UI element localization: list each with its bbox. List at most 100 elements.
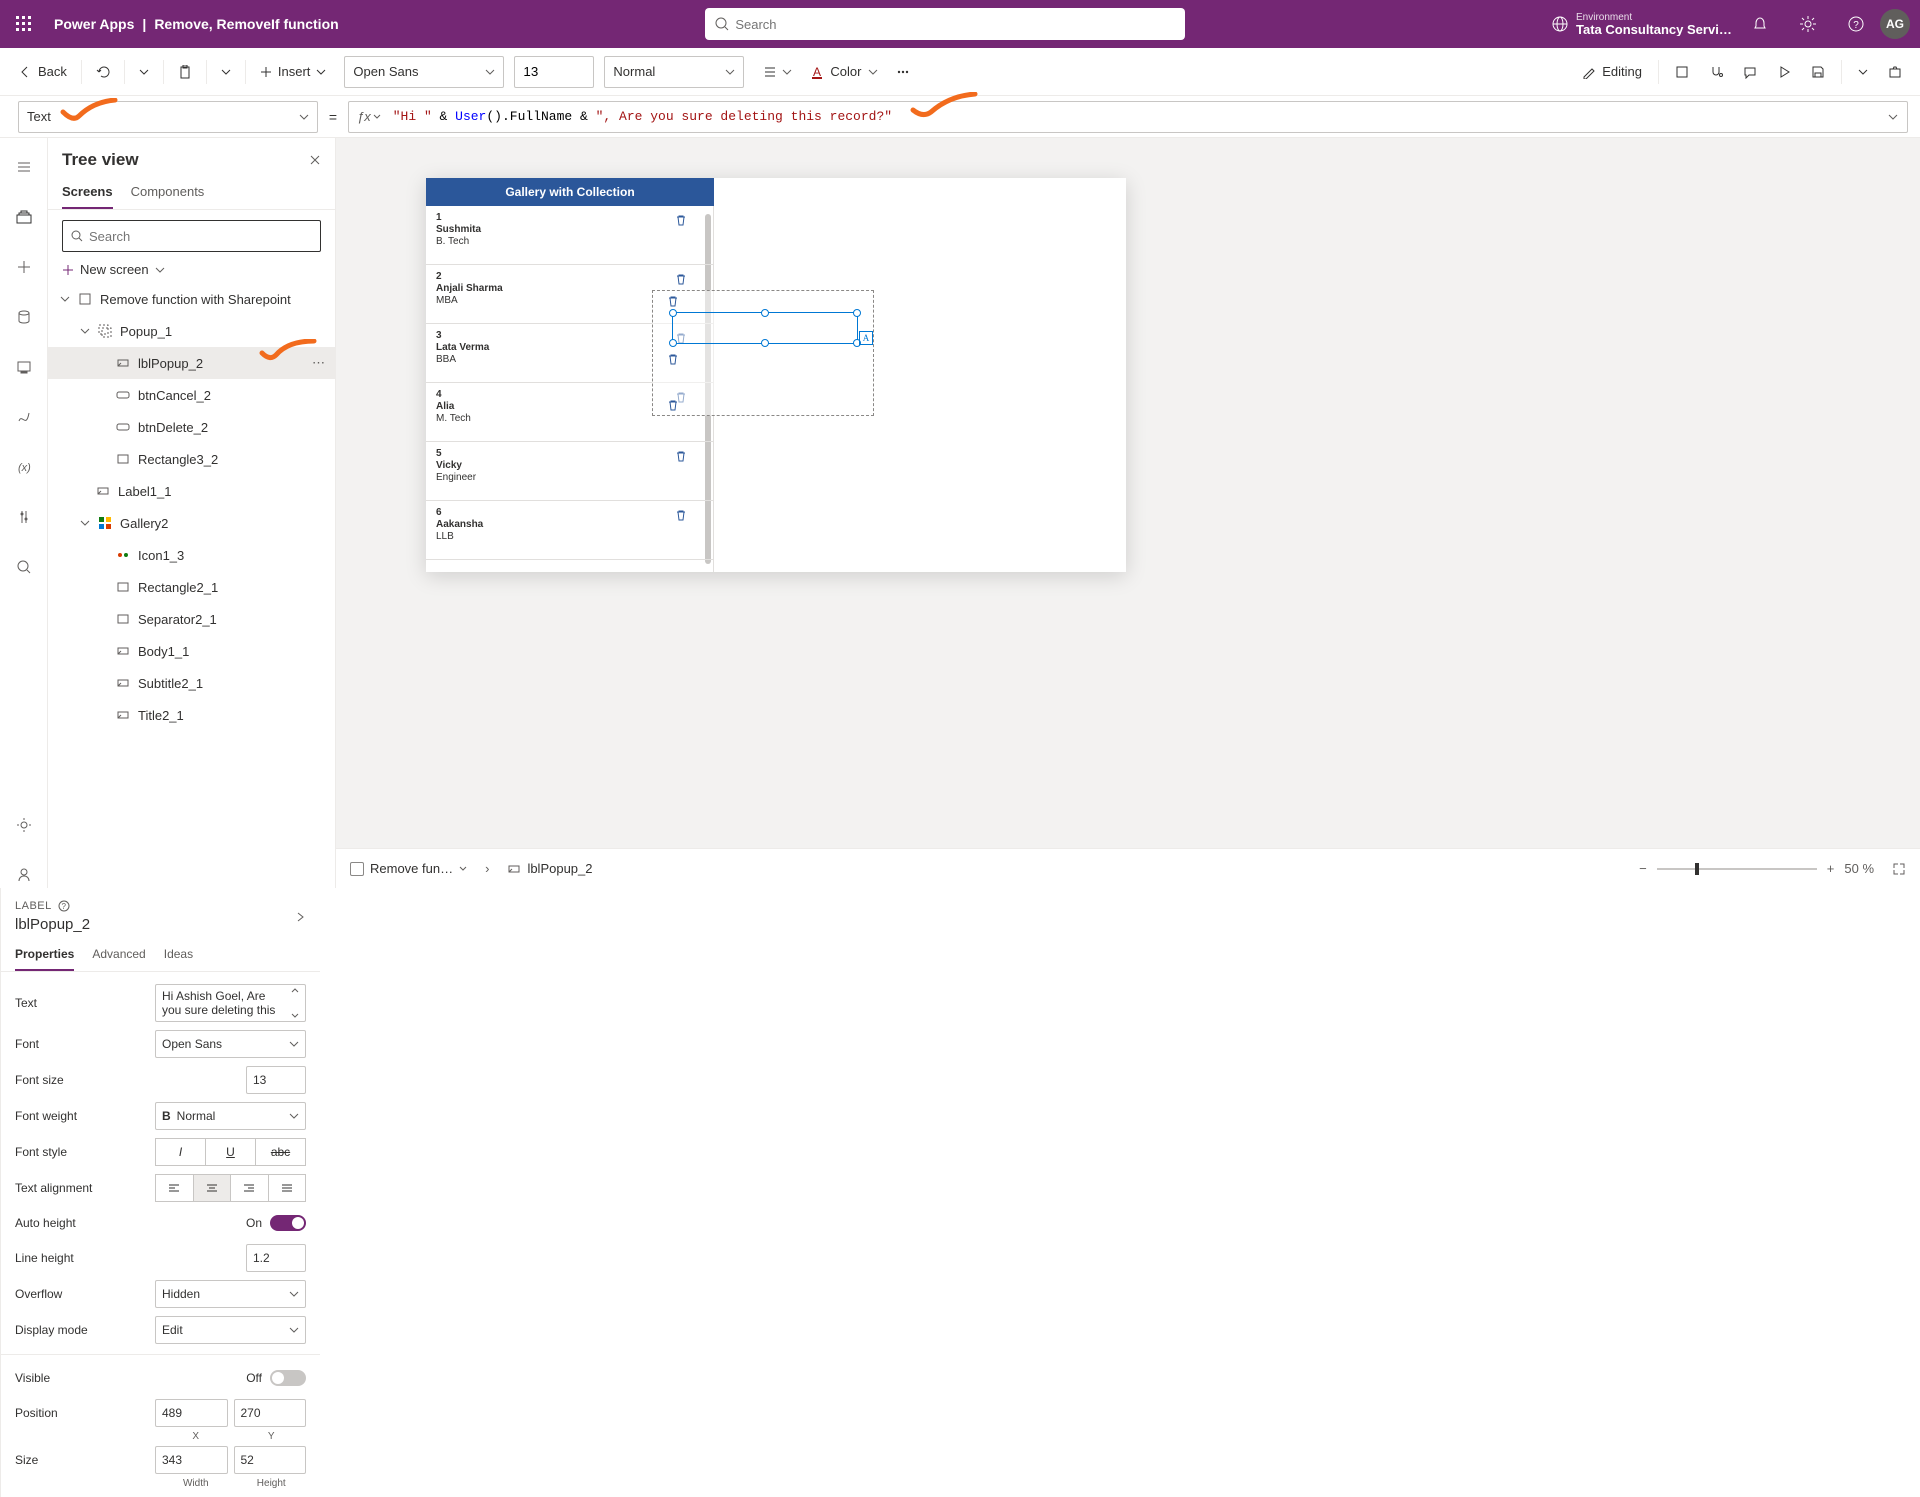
comments-button[interactable]	[1735, 59, 1765, 85]
breadcrumb-control[interactable]: lblPopup_2	[507, 861, 592, 876]
formula-input[interactable]: ƒx "Hi " & User().FullName & ", Are you …	[348, 101, 1908, 133]
user-avatar[interactable]: AG	[1880, 9, 1910, 39]
prop-size-w[interactable]: 343	[155, 1446, 228, 1474]
fit-screen-button[interactable]	[1892, 862, 1906, 876]
help-icon[interactable]: ?	[1832, 16, 1880, 32]
help-icon[interactable]: ?	[58, 900, 70, 912]
insert-button[interactable]: Insert	[252, 58, 335, 85]
tree-node-label1[interactable]: Label1_1	[48, 475, 335, 507]
tab-components[interactable]: Components	[131, 176, 205, 209]
trash-icon[interactable]	[667, 295, 679, 307]
tree-node-icon1[interactable]: Icon1_3	[48, 539, 335, 571]
autoheight-toggle[interactable]	[270, 1215, 306, 1231]
breadcrumb-screen[interactable]: Remove fun…	[350, 861, 467, 876]
trash-icon[interactable]	[667, 353, 679, 365]
undo-dropdown[interactable]	[131, 61, 157, 83]
tab-properties[interactable]: Properties	[15, 939, 74, 971]
align-center-button[interactable]	[194, 1174, 232, 1202]
strike-button[interactable]: abc	[256, 1138, 306, 1166]
prop-overflow-select[interactable]: Hidden	[155, 1280, 306, 1308]
collapse-panel-button[interactable]	[294, 911, 306, 923]
tree-node-gallery[interactable]: Gallery2	[48, 507, 335, 539]
property-selector[interactable]: Text	[18, 101, 318, 133]
prop-pos-y[interactable]: 270	[234, 1399, 307, 1427]
environment-picker[interactable]: Environment Tata Consultancy Servic…	[1552, 12, 1736, 36]
tree-node-screen[interactable]: Remove function with Sharepoint	[48, 283, 335, 315]
back-button[interactable]: Back	[10, 58, 75, 85]
undo-button[interactable]	[88, 59, 118, 85]
zoom-slider[interactable]	[1657, 868, 1817, 870]
add-icon[interactable]	[0, 254, 48, 280]
close-tree-button[interactable]	[309, 154, 321, 166]
app-canvas[interactable]: Gallery with Collection 1SushmitaB. Tech…	[426, 178, 1126, 572]
tree-node-subtitle[interactable]: Subtitle2_1	[48, 667, 335, 699]
chevron-down-icon[interactable]	[291, 1013, 299, 1019]
trash-icon[interactable]	[667, 399, 679, 411]
trash-icon[interactable]	[675, 509, 687, 521]
new-screen-button[interactable]: New screen	[48, 256, 335, 283]
tree-search[interactable]	[62, 220, 321, 252]
tree-view-icon[interactable]	[0, 204, 48, 230]
font-family-select[interactable]: Open Sans	[344, 56, 504, 88]
ask-copilot-icon[interactable]	[0, 862, 48, 888]
tree-node-rect3[interactable]: Rectangle3_2	[48, 443, 335, 475]
node-more-button[interactable]: ⋯	[312, 355, 325, 371]
settings-rail-icon[interactable]	[0, 812, 48, 838]
chevron-down-icon[interactable]	[60, 294, 70, 304]
data-icon[interactable]	[0, 304, 48, 330]
tree-node-body[interactable]: Body1_1	[48, 635, 335, 667]
font-weight-select[interactable]: Normal	[604, 56, 744, 88]
resize-handle[interactable]	[669, 339, 677, 347]
prop-fontsize-input[interactable]: 13	[246, 1066, 306, 1094]
chevron-down-icon[interactable]	[80, 326, 90, 336]
paste-dropdown[interactable]	[213, 61, 239, 83]
selected-label-box[interactable]: A	[672, 312, 858, 344]
global-search[interactable]	[705, 8, 1185, 40]
tab-advanced[interactable]: Advanced	[92, 939, 145, 971]
font-size-input[interactable]	[514, 56, 594, 88]
prop-weight-select[interactable]: BNormal	[155, 1102, 306, 1130]
zoom-in-button[interactable]: +	[1827, 861, 1835, 876]
formula-expand[interactable]	[1887, 111, 1899, 123]
align-right-button[interactable]	[231, 1174, 269, 1202]
prop-text-value[interactable]: Hi Ashish Goel, Are you sure deleting th…	[155, 984, 306, 1022]
zoom-out-button[interactable]: −	[1639, 861, 1647, 876]
tree-node-delete[interactable]: btnDelete_2	[48, 411, 335, 443]
search-rail-icon[interactable]	[0, 554, 48, 580]
prop-size-h[interactable]: 52	[234, 1446, 307, 1474]
save-button[interactable]	[1803, 59, 1833, 85]
tree-node-lblpopup[interactable]: lblPopup_2 ⋯	[48, 347, 335, 379]
italic-button[interactable]: I	[155, 1138, 206, 1166]
visible-toggle[interactable]	[270, 1370, 306, 1386]
preview-button[interactable]	[1769, 59, 1799, 85]
underline-button[interactable]: U	[206, 1138, 256, 1166]
app-checker-button[interactable]	[1701, 59, 1731, 85]
text-color-button[interactable]: A Color	[802, 58, 885, 85]
tree-search-input[interactable]	[89, 229, 312, 244]
tree-node-title2[interactable]: Title2_1	[48, 699, 335, 731]
save-dropdown[interactable]	[1850, 61, 1876, 83]
tab-ideas[interactable]: Ideas	[164, 939, 193, 971]
notifications-icon[interactable]	[1736, 16, 1784, 32]
media-icon[interactable]	[0, 354, 48, 380]
prop-font-select[interactable]: Open Sans	[155, 1030, 306, 1058]
paste-button[interactable]	[170, 59, 200, 85]
more-commands[interactable]	[888, 59, 918, 85]
editing-mode-button[interactable]: Editing	[1574, 58, 1650, 85]
tree-node-cancel[interactable]: btnCancel_2	[48, 379, 335, 411]
zoom-thumb[interactable]	[1695, 863, 1699, 875]
search-input[interactable]	[735, 17, 1175, 32]
chevron-up-icon[interactable]	[291, 987, 299, 993]
resize-handle[interactable]	[853, 309, 861, 317]
resize-handle[interactable]	[761, 339, 769, 347]
trash-icon[interactable]	[675, 214, 687, 226]
flow-icon[interactable]	[0, 404, 48, 430]
resize-handle[interactable]	[669, 309, 677, 317]
tree-node-rect2[interactable]: Rectangle2_1	[48, 571, 335, 603]
prop-lineheight-input[interactable]: 1.2	[246, 1244, 306, 1272]
font-style-group[interactable]: IUabc	[155, 1138, 306, 1166]
variables-icon[interactable]: (x)	[0, 454, 48, 480]
tools-icon[interactable]	[0, 504, 48, 530]
tab-screens[interactable]: Screens	[62, 176, 113, 209]
settings-icon[interactable]	[1784, 16, 1832, 32]
